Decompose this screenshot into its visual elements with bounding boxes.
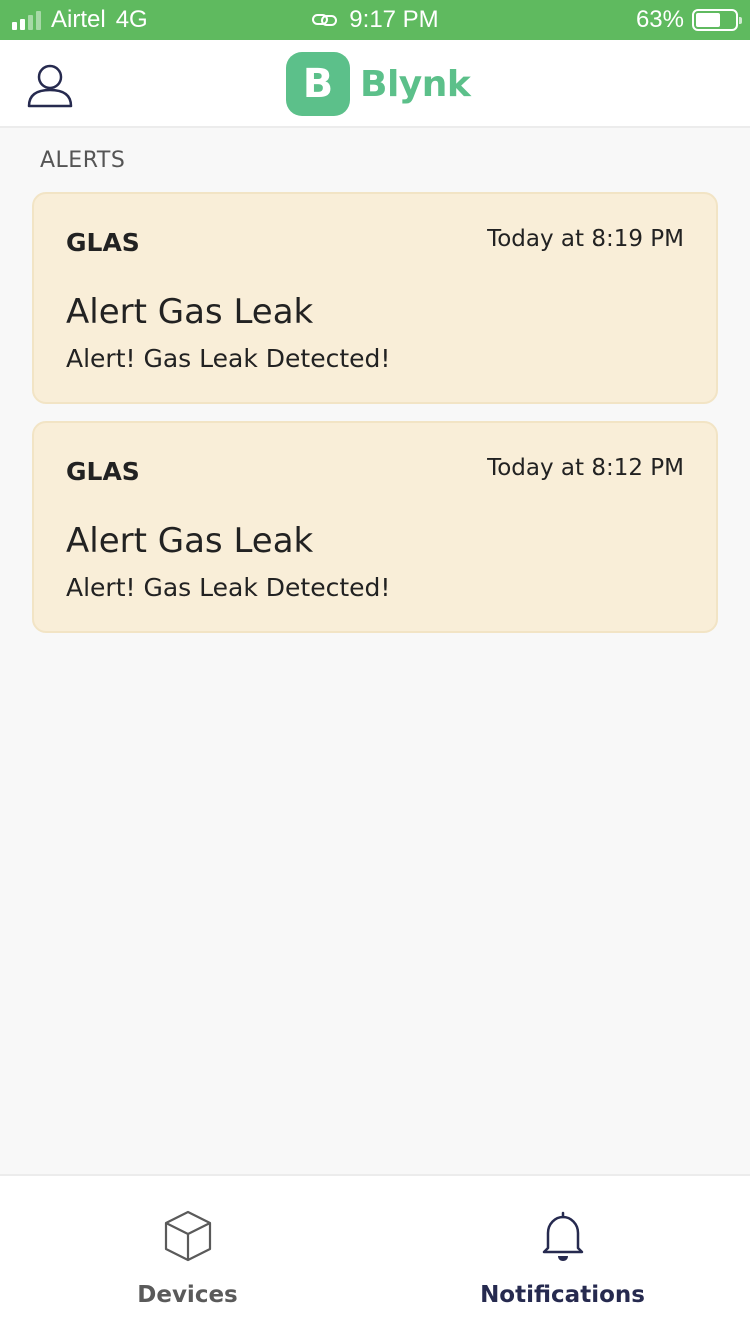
bell-icon [542,1211,583,1261]
alert-message: Alert! Gas Leak Detected! [66,573,391,602]
nav-label-devices: Devices [137,1282,238,1308]
battery-percent: 63% [635,6,684,33]
nav-label-notifications: Notifications [480,1282,645,1308]
profile-icon [27,64,73,108]
alert-source: GLAS [66,228,140,257]
status-right: 63% [635,0,742,40]
status-bar: Airtel 4G 9:17 PM 63% [0,0,750,40]
profile-button[interactable] [24,60,76,112]
alert-title: Alert Gas Leak [66,292,314,332]
logo-badge: B [286,52,350,116]
nav-item-notifications[interactable]: Notifications [375,1176,750,1334]
link-icon [312,14,338,26]
battery-tip [739,17,742,24]
alert-card[interactable]: GLAS Today at 8:12 PM Alert Gas Leak Ale… [32,421,718,633]
blynk-logo: B Blynk [286,52,471,116]
section-title: ALERTS [40,148,126,173]
alert-time: Today at 8:12 PM [487,455,684,481]
alert-message: Alert! Gas Leak Detected! [66,344,391,373]
status-time: 9:17 PM [349,6,439,33]
logo-text: Blynk [360,63,471,105]
alert-card[interactable]: GLAS Today at 8:19 PM Alert Gas Leak Ale… [32,192,718,404]
nav-item-devices[interactable]: Devices [0,1176,375,1334]
alert-source: GLAS [66,457,140,486]
cube-icon [164,1210,211,1262]
alert-time: Today at 8:19 PM [487,226,684,252]
alert-title: Alert Gas Leak [66,521,314,561]
app-header: B Blynk [0,40,750,128]
battery-icon [692,9,742,31]
bottom-nav: Devices Notifications [0,1174,750,1334]
battery-level [696,13,720,27]
